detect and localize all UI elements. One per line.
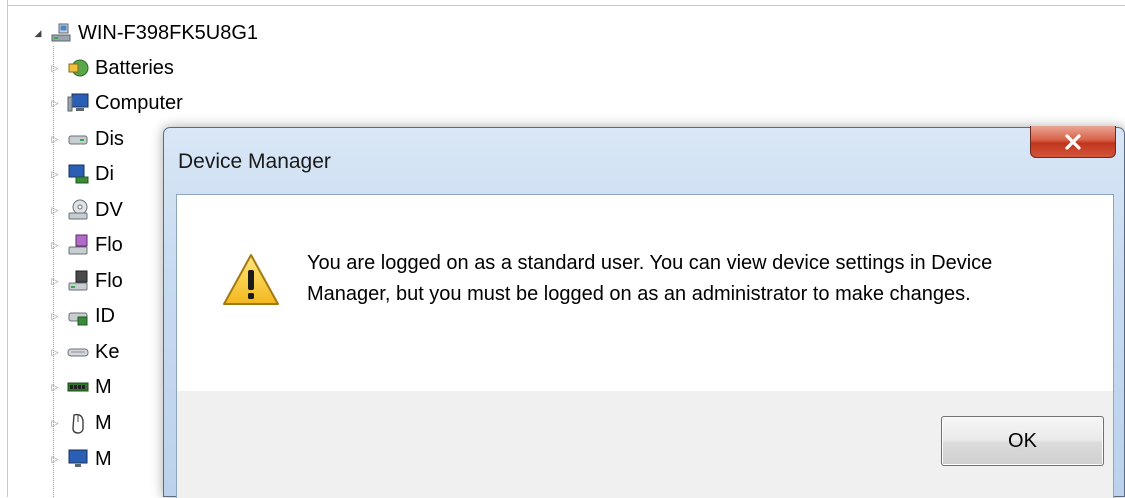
panel-border-top bbox=[7, 5, 1125, 6]
tree-item-label: Dis bbox=[95, 127, 124, 150]
floppy-controller-icon bbox=[68, 234, 88, 255]
tree-item-ide-controllers[interactable]: ▷ ID bbox=[50, 301, 115, 331]
expand-arrow-icon[interactable]: ▷ bbox=[50, 276, 60, 286]
tree-root-label: WIN-F398FK5U8G1 bbox=[78, 21, 259, 44]
expand-arrow-icon[interactable]: ▷ bbox=[50, 205, 60, 215]
expand-arrow-icon[interactable]: ▷ bbox=[50, 240, 60, 250]
floppy-drive-icon bbox=[68, 270, 88, 291]
message-area: You are logged on as a standard user. Yo… bbox=[177, 195, 1113, 391]
ide-controller-icon bbox=[68, 312, 88, 326]
dialog-body: You are logged on as a standard user. Yo… bbox=[176, 194, 1114, 498]
expand-arrow-icon[interactable]: ▷ bbox=[50, 63, 60, 73]
tree-item-display-adapters[interactable]: ▷ Di bbox=[50, 159, 114, 189]
tree-item-label: Flo bbox=[95, 269, 123, 292]
tree-item-dvd-drives[interactable]: ▷ DV bbox=[50, 195, 123, 225]
tree-item-label: Batteries bbox=[95, 56, 174, 79]
tree-item-label: Di bbox=[95, 162, 114, 185]
tree-item-memory[interactable]: ▷ M bbox=[50, 372, 112, 402]
tree-item-label: M bbox=[95, 447, 112, 470]
tree-item-disk-drives[interactable]: ▷ Dis bbox=[50, 124, 124, 154]
close-icon bbox=[1065, 133, 1081, 150]
expand-arrow-icon[interactable]: ▷ bbox=[50, 134, 60, 144]
expand-arrow-icon[interactable]: ▷ bbox=[50, 169, 60, 179]
tree-item-keyboards[interactable]: ▷ Ke bbox=[50, 337, 120, 367]
tree-item-label: M bbox=[95, 411, 112, 434]
tree-item-label: Flo bbox=[95, 233, 123, 256]
tree-item-label: DV bbox=[95, 198, 123, 221]
expand-arrow-icon[interactable]: ▷ bbox=[50, 418, 60, 428]
tree-item-label: Computer bbox=[95, 91, 183, 114]
computer-icon bbox=[67, 93, 89, 112]
keyboard-icon bbox=[67, 348, 89, 357]
panel-border bbox=[7, 0, 8, 497]
close-button[interactable] bbox=[1030, 126, 1116, 158]
warning-icon bbox=[223, 254, 279, 305]
battery-icon bbox=[68, 59, 89, 77]
tree-item-monitors[interactable]: ▷ M bbox=[50, 444, 112, 474]
monitor-icon bbox=[68, 449, 88, 467]
tree-item-computer[interactable]: ▷ Computer bbox=[50, 88, 183, 118]
expand-arrow-icon[interactable]: ▷ bbox=[50, 311, 60, 321]
tree-item-mice[interactable]: ▷ M bbox=[50, 408, 112, 438]
disk-drive-icon bbox=[68, 135, 88, 145]
display-adapter-icon bbox=[68, 164, 89, 184]
ok-button[interactable]: OK bbox=[941, 416, 1104, 466]
device-manager-dialog: Device Manager You are logged on as a st… bbox=[163, 126, 1125, 498]
tree-item-floppy-drives[interactable]: ▷ Flo bbox=[50, 266, 123, 296]
memory-icon bbox=[67, 382, 89, 392]
expand-arrow-icon[interactable]: ▷ bbox=[50, 454, 60, 464]
dvd-drive-icon bbox=[68, 199, 88, 220]
dialog-title: Device Manager bbox=[178, 150, 331, 173]
tree-item-floppy-controllers[interactable]: ▷ Flo bbox=[50, 230, 123, 260]
expand-arrow-icon[interactable]: ▷ bbox=[50, 382, 60, 392]
tree-item-label: Ke bbox=[95, 340, 120, 363]
mouse-icon bbox=[72, 413, 84, 434]
tree-item-batteries[interactable]: ▷ Batteries bbox=[50, 53, 174, 83]
tree-root-node[interactable]: ◢ WIN-F398FK5U8G1 bbox=[33, 18, 259, 48]
computer-root-icon bbox=[51, 23, 71, 42]
expand-arrow-icon[interactable]: ▷ bbox=[50, 347, 60, 357]
tree-item-label: M bbox=[95, 375, 112, 398]
tree-item-label: ID bbox=[95, 304, 115, 327]
dialog-message: You are logged on as a standard user. Yo… bbox=[307, 252, 993, 305]
collapse-arrow-icon[interactable]: ◢ bbox=[33, 28, 43, 38]
expand-arrow-icon[interactable]: ▷ bbox=[50, 98, 60, 108]
